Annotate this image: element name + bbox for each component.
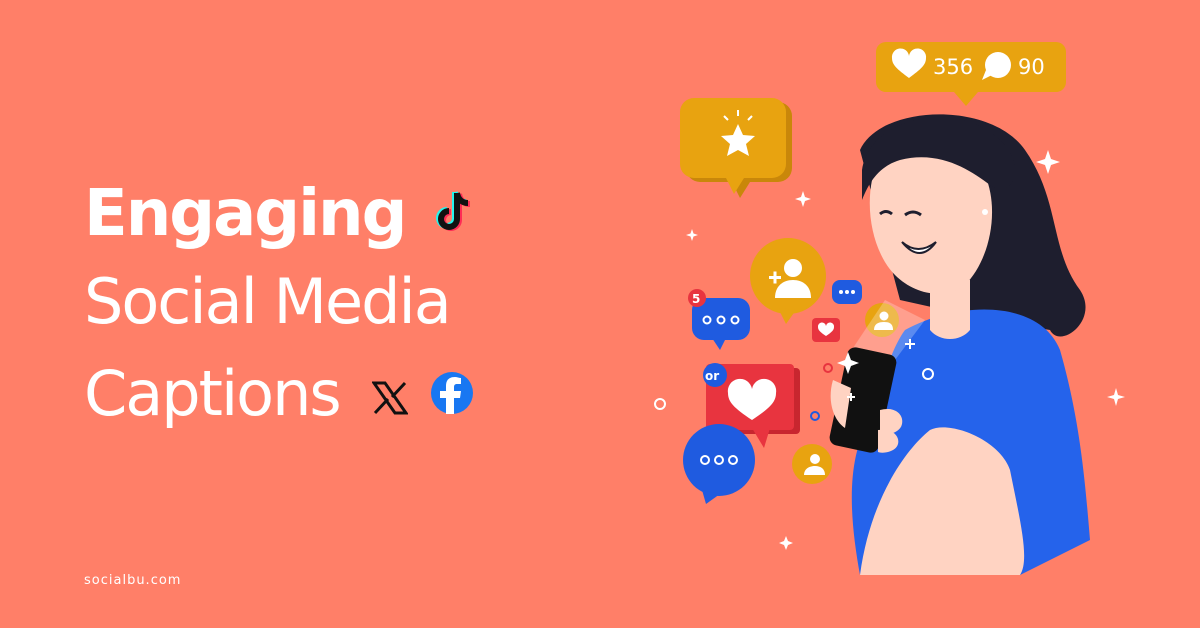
illustration: 356 90 5 or — [654, 42, 1125, 575]
message-bubble-small: 5 — [688, 289, 750, 350]
or-badge: or — [705, 369, 719, 383]
stats-bubble: 356 90 — [876, 42, 1066, 106]
notification-badge: 5 — [692, 292, 700, 306]
woman-illustration — [829, 114, 1090, 575]
message-bubble-tiny — [832, 280, 862, 304]
add-user-bubble — [750, 238, 826, 324]
add-user-bubble-small — [792, 444, 832, 484]
heart-bubble-small — [812, 318, 840, 342]
likes-count: 356 — [933, 55, 973, 79]
comments-count: 90 — [1018, 55, 1045, 79]
banner: Engaging Social Media Captions socialbu.… — [0, 0, 1200, 628]
star-bubble — [680, 98, 792, 198]
message-bubble-large — [683, 424, 755, 504]
